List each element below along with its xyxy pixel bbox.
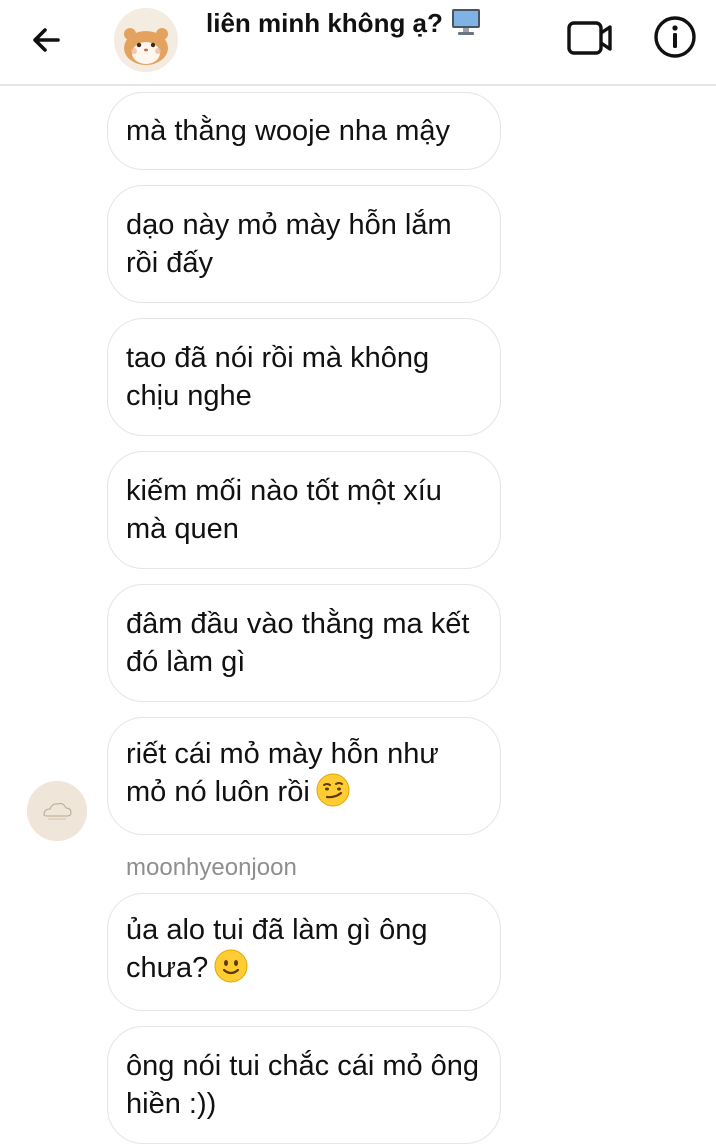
message-text: kiếm mối nào tốt một xíu mà quen xyxy=(126,475,442,545)
chat-title-text: liên minh không ạ? xyxy=(206,8,443,38)
message-bubble[interactable]: ông nói tui chắc cái mỏ ông hiền :)) xyxy=(107,1026,501,1144)
desktop-computer-icon xyxy=(451,8,481,43)
info-icon xyxy=(654,16,696,58)
message-text: mà thằng wooje nha mậy xyxy=(126,115,451,147)
message-bubble[interactable]: ủa alo tui đã làm gì ông chưa? xyxy=(107,893,501,1011)
sender-avatar[interactable] xyxy=(27,781,87,841)
video-camera-icon xyxy=(567,21,612,55)
message-bubble[interactable]: đâm đầu vào thằng ma kết đó làm gì xyxy=(107,584,501,702)
video-call-button[interactable] xyxy=(564,16,616,60)
message-text: tao đã nói rồi mà không chịu nghe xyxy=(126,342,430,412)
message-text: ủa alo tui đã làm gì ông chưa? xyxy=(126,914,428,984)
smirk-emoji xyxy=(316,773,350,817)
info-button[interactable] xyxy=(652,14,698,60)
message-bubble[interactable]: dạo này mỏ mày hỗn lắm rồi đấy xyxy=(107,185,501,303)
message-text: đâm đầu vào thằng ma kết đó làm gì xyxy=(126,608,470,678)
message-text: riết cái mỏ mày hỗn như mỏ nó luôn rồi xyxy=(126,738,439,808)
message-bubble[interactable]: riết cái mỏ mày hỗn như mỏ nó luôn rồi xyxy=(107,717,501,835)
slight-smile-emoji xyxy=(214,949,248,993)
message-bubble[interactable]: mà thằng wooje nha mậy xyxy=(107,92,501,170)
message-text-wrap: riết cái mỏ mày hỗn như mỏ nó luôn rồi xyxy=(126,735,482,817)
message-text: ông nói tui chắc cái mỏ ông hiền :)) xyxy=(126,1050,480,1120)
chat-title[interactable]: liên minh không ạ? xyxy=(206,8,481,43)
chat-header: liên minh không ạ? xyxy=(0,0,716,86)
message-text-wrap: ủa alo tui đã làm gì ông chưa? xyxy=(126,911,482,993)
cloud-avatar-icon xyxy=(27,781,87,841)
message-text: dạo này mỏ mày hỗn lắm rồi đấy xyxy=(126,209,452,279)
back-button[interactable] xyxy=(24,18,68,62)
sender-name: moonhyeonjoon xyxy=(126,854,297,881)
hamster-avatar-icon xyxy=(114,8,178,72)
message-bubble[interactable]: tao đã nói rồi mà không chịu nghe xyxy=(107,318,501,436)
group-avatar[interactable] xyxy=(114,8,178,72)
message-bubble[interactable]: kiếm mối nào tốt một xíu mà quen xyxy=(107,451,501,569)
arrow-left-icon xyxy=(33,28,60,52)
